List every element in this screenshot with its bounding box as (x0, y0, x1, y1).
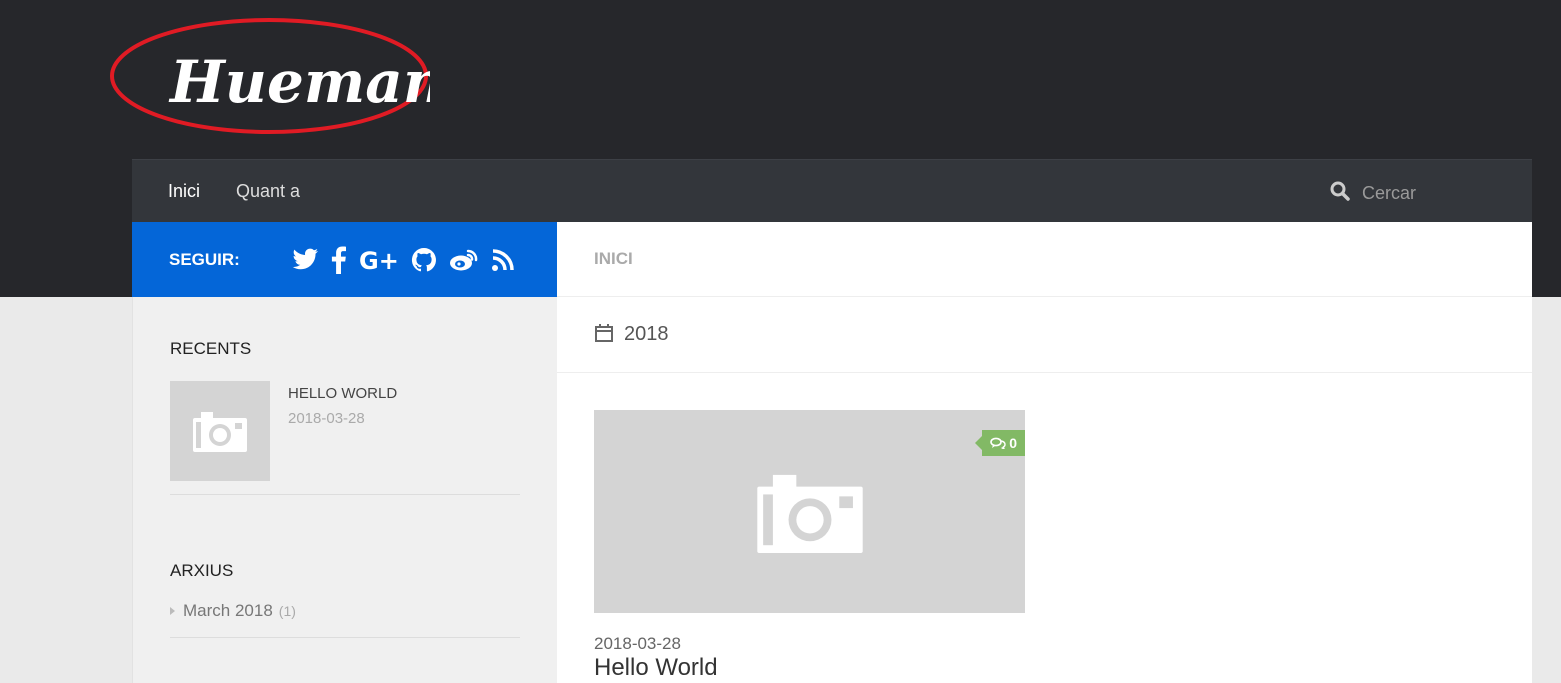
svg-text:G+: G+ (359, 247, 399, 273)
camera-icon (193, 412, 247, 452)
calendar-icon (594, 323, 614, 347)
google-plus-icon[interactable]: G+ (359, 247, 399, 273)
comments-count: 0 (1009, 435, 1017, 451)
archive-link[interactable]: March 2018 (183, 601, 273, 621)
list-item: March 2018 (1) (170, 601, 520, 638)
post-card: 0 2018-03-28 Hello World (557, 373, 1532, 682)
search-form (1330, 181, 1442, 205)
archive-heading: 2018 (557, 297, 1532, 373)
list-item: HELLO WORLD 2018-03-28 (170, 381, 520, 495)
main-content: INICI 2018 0 2018-03-28 Hello World (557, 222, 1532, 683)
caret-right-icon (170, 607, 175, 615)
follow-label: SEGUIR: (169, 249, 240, 269)
social-links: G+ (291, 246, 527, 274)
comments-badge[interactable]: 0 (975, 430, 1025, 456)
facebook-icon[interactable] (331, 246, 347, 274)
post-date: 2018-03-28 (594, 634, 681, 653)
archive-count: (1) (278, 603, 296, 619)
archives-title: ARXIUS (170, 561, 234, 580)
sidebar-content: RECENTS HELLO WORLD 2018-03-28 ARXIUS Ma… (132, 297, 557, 683)
search-icon[interactable] (1330, 181, 1350, 205)
recent-post-thumbnail[interactable] (170, 381, 270, 481)
camera-icon (756, 474, 863, 553)
recent-post-title[interactable]: HELLO WORLD (288, 385, 397, 402)
github-icon[interactable] (411, 247, 437, 273)
page-title: INICI (557, 222, 1532, 297)
search-input[interactable] (1362, 182, 1442, 204)
site-logo[interactable]: Hueman (108, 16, 430, 136)
sidebar: SEGUIR: G+ RECENTS HELLO WORLD 2018-03-2… (132, 222, 557, 683)
archive-year: 2018 (624, 323, 669, 345)
logo-text: Hueman (168, 48, 430, 116)
follow-bar: SEGUIR: G+ (132, 222, 557, 297)
post-title[interactable]: Hello World (594, 654, 718, 681)
twitter-icon[interactable] (291, 248, 319, 272)
rss-icon[interactable] (491, 248, 515, 272)
nav-item-inici[interactable]: Inici (168, 181, 200, 202)
comments-icon (990, 437, 1006, 449)
recents-title: RECENTS (170, 339, 252, 358)
weibo-icon[interactable] (449, 248, 479, 272)
post-thumbnail[interactable]: 0 (594, 410, 1025, 613)
page-wrapper: Inici Quant a SEGUIR: G+ (132, 159, 1532, 683)
main-nav: Inici Quant a (132, 159, 1532, 222)
recent-post-date: 2018-03-28 (288, 410, 365, 427)
nav-item-quant-a[interactable]: Quant a (236, 181, 300, 202)
